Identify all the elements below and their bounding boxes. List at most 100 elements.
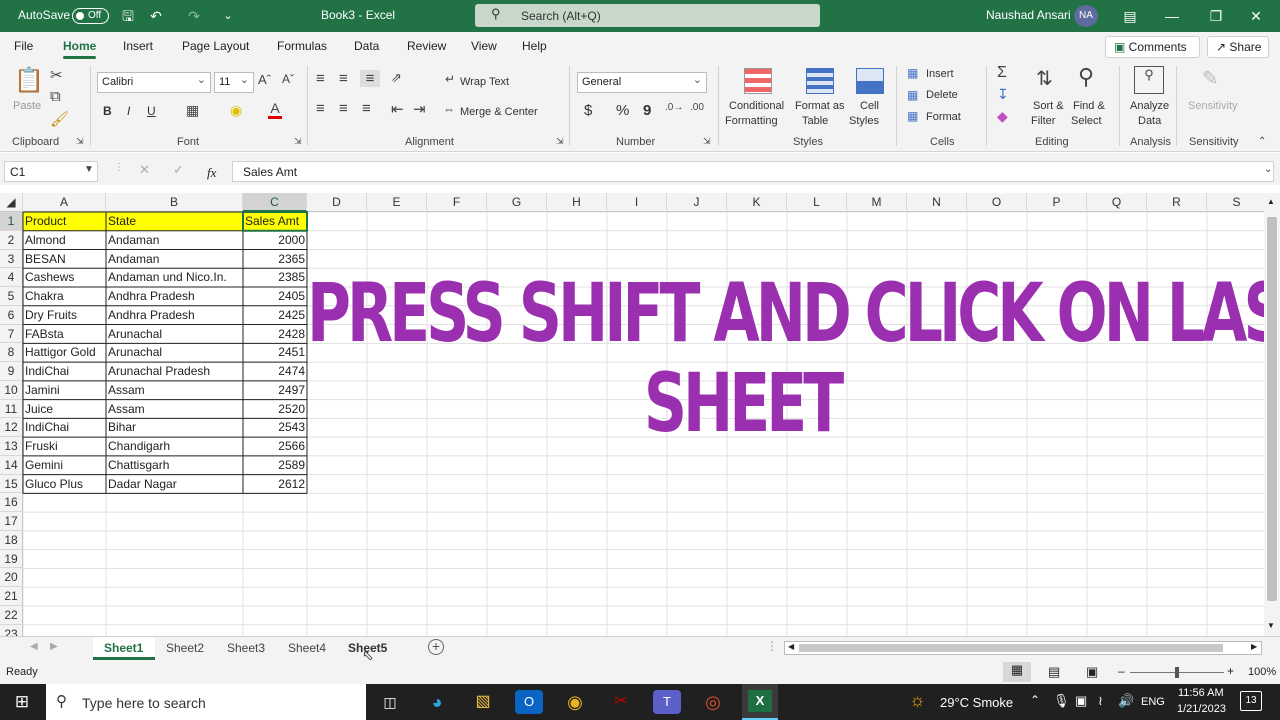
number-format-select[interactable]: General xyxy=(577,72,707,93)
paste-button[interactable]: Paste xyxy=(13,100,41,112)
clear-icon[interactable]: ◆ xyxy=(997,108,1008,125)
sensitivity-button[interactable]: Sensitivity xyxy=(1188,100,1238,112)
autosum-icon[interactable]: Σ xyxy=(997,64,1007,82)
tab-insert[interactable]: Insert xyxy=(123,39,153,53)
font-color-icon[interactable]: A xyxy=(268,100,282,119)
normal-view-icon[interactable]: ▦ xyxy=(1003,662,1031,682)
customize-qat-icon[interactable]: ⌄ xyxy=(216,4,240,28)
analyze-data-line1[interactable]: Analyze xyxy=(1130,100,1169,112)
prev-sheet-icon[interactable]: ◀ xyxy=(30,641,38,652)
share-button[interactable]: ↗ Share xyxy=(1207,36,1269,58)
currency-button[interactable]: $ xyxy=(584,102,592,119)
alignment-dialog-icon[interactable]: ⇲ xyxy=(556,136,564,147)
notification-center-icon[interactable]: 13 xyxy=(1240,691,1262,711)
tab-view[interactable]: View xyxy=(471,39,497,53)
recorder-icon[interactable]: ◎ xyxy=(699,690,727,714)
tab-home[interactable]: Home xyxy=(63,39,97,59)
chrome-icon[interactable]: ◉ xyxy=(561,690,589,714)
expand-formula-icon[interactable]: ⌄ xyxy=(1264,164,1272,175)
add-sheet-icon[interactable]: + xyxy=(428,639,444,655)
wrap-text-button[interactable]: Wrap Text xyxy=(460,76,509,88)
hscroll-thumb[interactable] xyxy=(799,644,1223,652)
grow-font-icon[interactable]: Aˆ xyxy=(258,72,271,87)
font-family-select[interactable]: Calibri xyxy=(97,72,211,93)
sort-filter-line2[interactable]: Filter xyxy=(1031,115,1055,127)
cut-icon[interactable]: ✂ xyxy=(50,66,63,84)
format-as-table-line1[interactable]: Format as xyxy=(795,100,845,112)
borders-icon[interactable]: ▦ xyxy=(186,102,199,119)
sheet-tab-sheet4[interactable]: Sheet4 xyxy=(288,641,326,655)
display-icon[interactable]: ▣ xyxy=(1075,693,1087,709)
format-painter-icon[interactable]: 🖌 xyxy=(50,110,69,128)
fill-icon[interactable]: ↧ xyxy=(997,86,1009,103)
wifi-icon[interactable]: ≀ xyxy=(1098,693,1103,709)
zoom-slider-thumb[interactable] xyxy=(1175,667,1179,678)
sheet-tab-sheet2[interactable]: Sheet2 xyxy=(166,641,204,655)
sheet-tab-sheet3[interactable]: Sheet3 xyxy=(227,641,265,655)
excel-taskbar-button[interactable]: X xyxy=(742,684,778,720)
align-top-icon[interactable]: ≡ xyxy=(316,70,325,87)
autosave-toggle[interactable]: Off xyxy=(72,8,109,24)
tab-file[interactable]: File xyxy=(14,39,33,53)
hidden-icons-chevron-icon[interactable]: ⌃ xyxy=(1030,693,1040,707)
underline-button[interactable]: U xyxy=(147,104,156,118)
search-box[interactable]: ⚲ Search (Alt+Q) xyxy=(475,4,820,27)
conditional-formatting-line1[interactable]: Conditional xyxy=(729,100,784,112)
decrease-indent-icon[interactable]: ⇤ xyxy=(391,100,404,118)
sheet-tab-sheet1[interactable]: Sheet1 xyxy=(104,641,143,655)
font-size-select[interactable]: 11 xyxy=(214,72,254,93)
format-button[interactable]: Format xyxy=(926,111,961,123)
increase-indent-icon[interactable]: ⇥ xyxy=(413,100,426,118)
avatar[interactable]: NA xyxy=(1074,5,1098,27)
microphone-icon[interactable]: 🎙 xyxy=(1053,693,1070,709)
zoom-out-icon[interactable]: – xyxy=(1118,664,1125,678)
tab-review[interactable]: Review xyxy=(407,39,446,53)
find-select-line1[interactable]: Find & xyxy=(1073,100,1105,112)
tab-split-handle[interactable]: ⋮ xyxy=(766,639,778,653)
teams-icon[interactable]: T xyxy=(653,690,681,714)
cell-styles-line2[interactable]: Styles xyxy=(849,115,879,127)
cell-styles-line1[interactable]: Cell xyxy=(860,100,879,112)
comments-button[interactable]: ▣ Comments xyxy=(1105,36,1200,58)
zoom-level[interactable]: 100% xyxy=(1248,666,1276,678)
next-sheet-icon[interactable]: ▶ xyxy=(50,641,58,652)
insert-function-icon[interactable]: fx xyxy=(207,165,216,181)
bold-button[interactable]: B xyxy=(103,104,112,118)
find-select-line2[interactable]: Select xyxy=(1071,115,1102,127)
page-break-view-icon[interactable]: ▣ xyxy=(1086,664,1098,680)
decrease-decimal-icon[interactable]: .00 xyxy=(690,102,704,113)
cancel-icon[interactable]: ✕ xyxy=(139,162,150,178)
enter-icon[interactable]: ✓ xyxy=(173,162,184,178)
collapse-ribbon-icon[interactable]: ⌃ xyxy=(1258,136,1266,147)
close-icon[interactable]: ✕ xyxy=(1244,4,1268,28)
outlook-icon[interactable]: O xyxy=(515,690,543,714)
italic-button[interactable]: I xyxy=(127,104,130,118)
maximize-icon[interactable]: ❐ xyxy=(1204,4,1228,28)
taskbar-search[interactable]: ⚲ Type here to search xyxy=(46,684,366,720)
windows-start-icon[interactable]: ⊞ xyxy=(8,690,36,714)
snipping-tool-icon[interactable]: ✂ xyxy=(607,690,635,714)
save-icon[interactable]: 🖫 xyxy=(116,4,140,28)
redo-icon[interactable]: ↷ xyxy=(182,4,206,28)
align-center-icon[interactable]: ≡ xyxy=(339,100,348,117)
vertical-scrollbar[interactable]: ▲ ▼ xyxy=(1264,193,1280,636)
task-view-icon[interactable]: ◫ xyxy=(376,690,404,714)
tab-page-layout[interactable]: Page Layout xyxy=(182,39,249,53)
minimize-icon[interactable]: — xyxy=(1160,4,1184,28)
worksheet-grid[interactable]: ◢ ABCDEFGHIJKLMNOPQRS 1 2 3 4 5 6 7 8 9 10 11 12 13 1… xyxy=(0,193,1264,636)
ribbon-display-icon[interactable]: ▤ xyxy=(1118,4,1142,28)
format-as-table-line2[interactable]: Table xyxy=(802,115,828,127)
dialog-launcher-icon[interactable]: ⇲ xyxy=(76,136,84,147)
scroll-down-icon[interactable]: ▼ xyxy=(1267,621,1275,630)
language-indicator[interactable]: ENG xyxy=(1141,696,1165,708)
zoom-in-icon[interactable]: + xyxy=(1227,664,1234,678)
number-dialog-icon[interactable]: ⇲ xyxy=(703,136,711,147)
align-left-icon[interactable]: ≡ xyxy=(316,100,325,117)
scroll-up-icon[interactable]: ▲ xyxy=(1267,197,1275,206)
sort-filter-line1[interactable]: Sort & xyxy=(1033,100,1064,112)
tab-data[interactable]: Data xyxy=(354,39,379,53)
percent-button[interactable]: % xyxy=(616,102,629,119)
font-dialog-icon[interactable]: ⇲ xyxy=(294,136,302,147)
volume-icon[interactable]: 🔊 xyxy=(1118,693,1134,709)
align-middle-icon[interactable]: ≡ xyxy=(339,70,348,87)
